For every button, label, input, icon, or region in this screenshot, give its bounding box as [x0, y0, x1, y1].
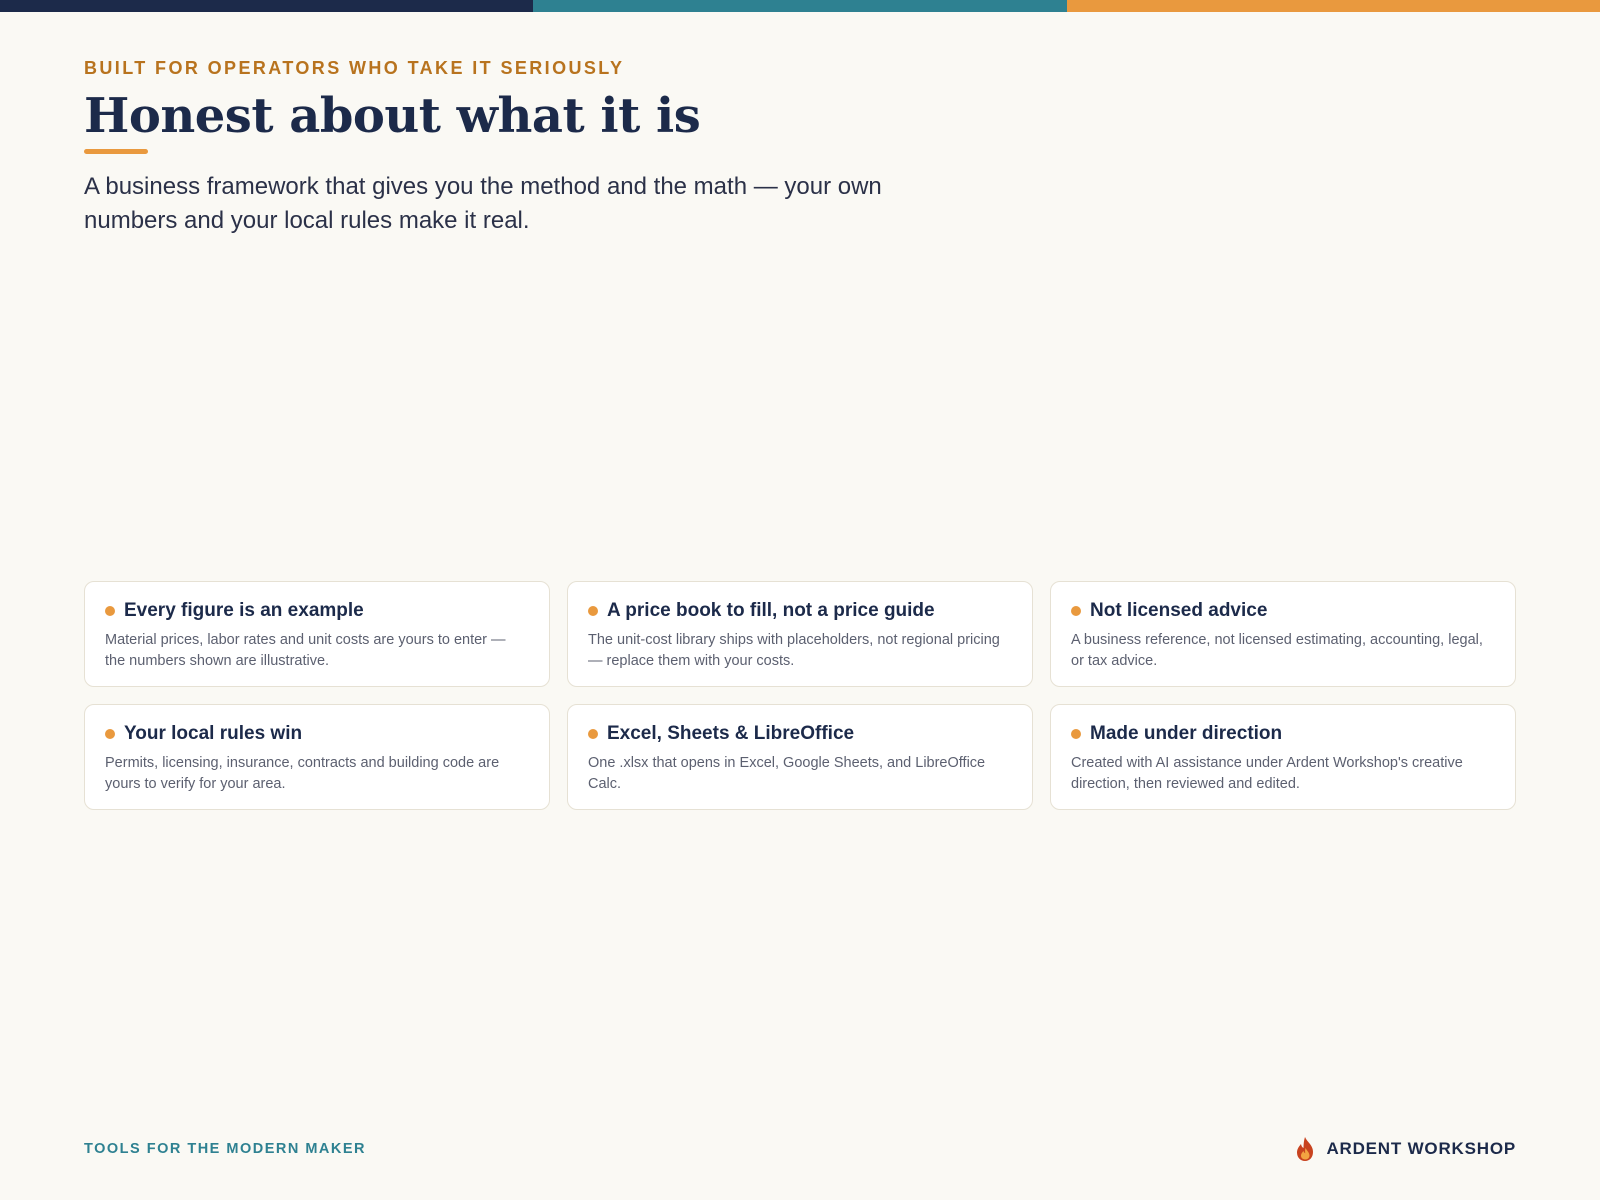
feature-card-body: The unit-cost library ships with placeho…	[588, 632, 1000, 669]
feature-card-title: Every figure is an example	[124, 600, 364, 621]
feature-card-title: Your local rules win	[124, 723, 303, 744]
page-subtitle: A business framework that gives you the …	[84, 173, 882, 234]
feature-card-body: Material prices, labor rates and unit co…	[105, 632, 506, 669]
bullet-dot-icon	[105, 729, 115, 739]
eyebrow-label: BUILT FOR OPERATORS WHO TAKE IT SERIOUSL…	[84, 58, 625, 78]
feature-card: Every figure is an example Material pric…	[84, 581, 550, 687]
feature-card: Excel, Sheets & LibreOffice One .xlsx th…	[567, 704, 1033, 810]
feature-card-title: Made under direction	[1090, 723, 1283, 744]
feature-cards-grid: Every figure is an example Material pric…	[84, 581, 1516, 810]
top-bar-teal-segment	[533, 0, 1067, 12]
bullet-dot-icon	[1071, 729, 1081, 739]
feature-card-title: Excel, Sheets & LibreOffice	[607, 723, 855, 744]
feature-card-body: A business reference, not licensed estim…	[1071, 632, 1483, 669]
flame-icon	[1297, 1137, 1314, 1161]
feature-card: Made under direction Created with AI ass…	[1050, 704, 1516, 810]
feature-card: Your local rules win Permits, licensing,…	[84, 704, 550, 810]
feature-card: Not licensed advice A business reference…	[1050, 581, 1516, 687]
feature-card-header: Not licensed advice	[1071, 600, 1495, 622]
feature-card-body: Created with AI assistance under Ardent …	[1071, 755, 1463, 792]
feature-card-header: Made under direction	[1071, 723, 1495, 745]
bullet-dot-icon	[588, 729, 598, 739]
brand-name: ARDENT WORKSHOP	[1326, 1139, 1516, 1158]
bullet-dot-icon	[588, 606, 598, 616]
feature-card-header: A price book to fill, not a price guide	[588, 600, 1012, 622]
feature-card-header: Excel, Sheets & LibreOffice	[588, 723, 1012, 745]
top-bar-navy-segment	[0, 0, 534, 12]
brand-mark: ARDENT WORKSHOP	[1294, 1136, 1516, 1162]
title-underline	[84, 149, 148, 154]
bullet-dot-icon	[105, 606, 115, 616]
feature-card: A price book to fill, not a price guide …	[567, 581, 1033, 687]
page-title: Honest about what it is	[84, 88, 701, 144]
feature-card-body: One .xlsx that opens in Excel, Google Sh…	[588, 755, 986, 792]
feature-card-title: A price book to fill, not a price guide	[607, 600, 935, 621]
feature-card-header: Your local rules win	[105, 723, 529, 745]
top-color-bar	[0, 0, 1600, 12]
bullet-dot-icon	[1071, 606, 1081, 616]
feature-card-body: Permits, licensing, insurance, contracts…	[105, 755, 500, 792]
feature-card-title: Not licensed advice	[1090, 600, 1268, 621]
feature-card-header: Every figure is an example	[105, 600, 529, 622]
footer-tagline: TOOLS FOR THE MODERN MAKER	[84, 1141, 367, 1157]
page: BUILT FOR OPERATORS WHO TAKE IT SERIOUSL…	[0, 0, 1600, 1200]
top-bar-orange-segment	[1066, 0, 1600, 12]
